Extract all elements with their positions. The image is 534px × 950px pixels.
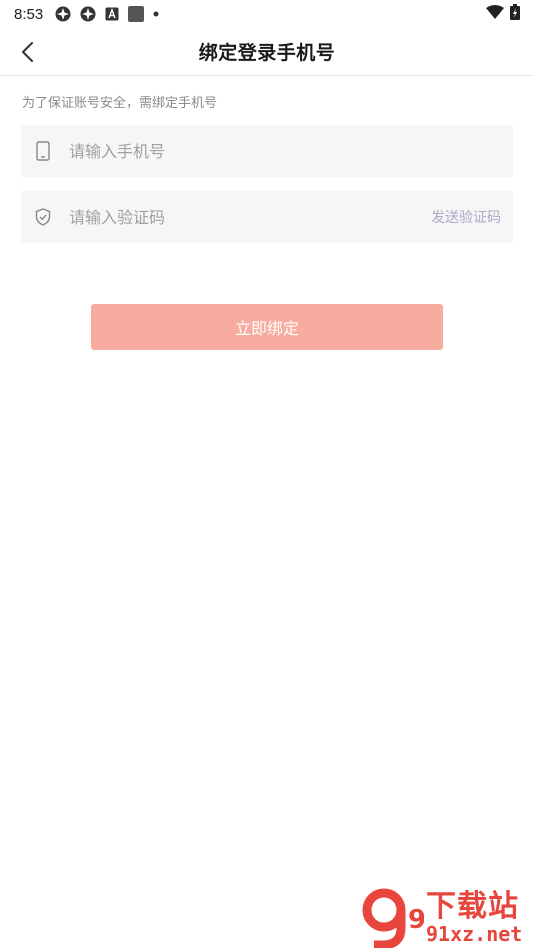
wifi-icon [486, 5, 504, 23]
code-field: 发送验证码 [21, 191, 513, 243]
status-bar: 8:53 [0, 0, 534, 28]
code-input[interactable] [65, 191, 431, 243]
battery-icon [510, 4, 520, 24]
app-icon-1 [55, 6, 71, 22]
phone-field [21, 125, 513, 177]
send-code-button[interactable]: 发送验证码 [431, 207, 501, 227]
square-icon [128, 6, 145, 22]
app-icon-2 [80, 6, 96, 22]
phone-input[interactable] [65, 125, 513, 177]
phone-icon [21, 125, 65, 177]
watermark-cn: 下载站 [426, 889, 519, 924]
watermark-url: 91xz.net [426, 922, 523, 946]
back-button[interactable] [14, 38, 40, 66]
font-icon [105, 7, 119, 21]
shield-icon [21, 191, 65, 243]
page-title: 绑定登录手机号 [198, 42, 336, 64]
security-hint: 为了保证账号安全，需绑定手机号 [22, 96, 218, 111]
svg-text:9: 9 [408, 905, 424, 935]
nav-bar: 绑定登录手机号 [0, 28, 534, 76]
dot-icon [153, 11, 159, 17]
watermark-logo: 9 [362, 888, 424, 948]
status-right [486, 4, 520, 24]
status-time: 8:53 [14, 5, 44, 23]
back-arrow-icon [22, 42, 33, 62]
watermark: 9 下载站 91xz.net [360, 888, 530, 948]
bind-button[interactable]: 立即绑定 [91, 304, 443, 350]
